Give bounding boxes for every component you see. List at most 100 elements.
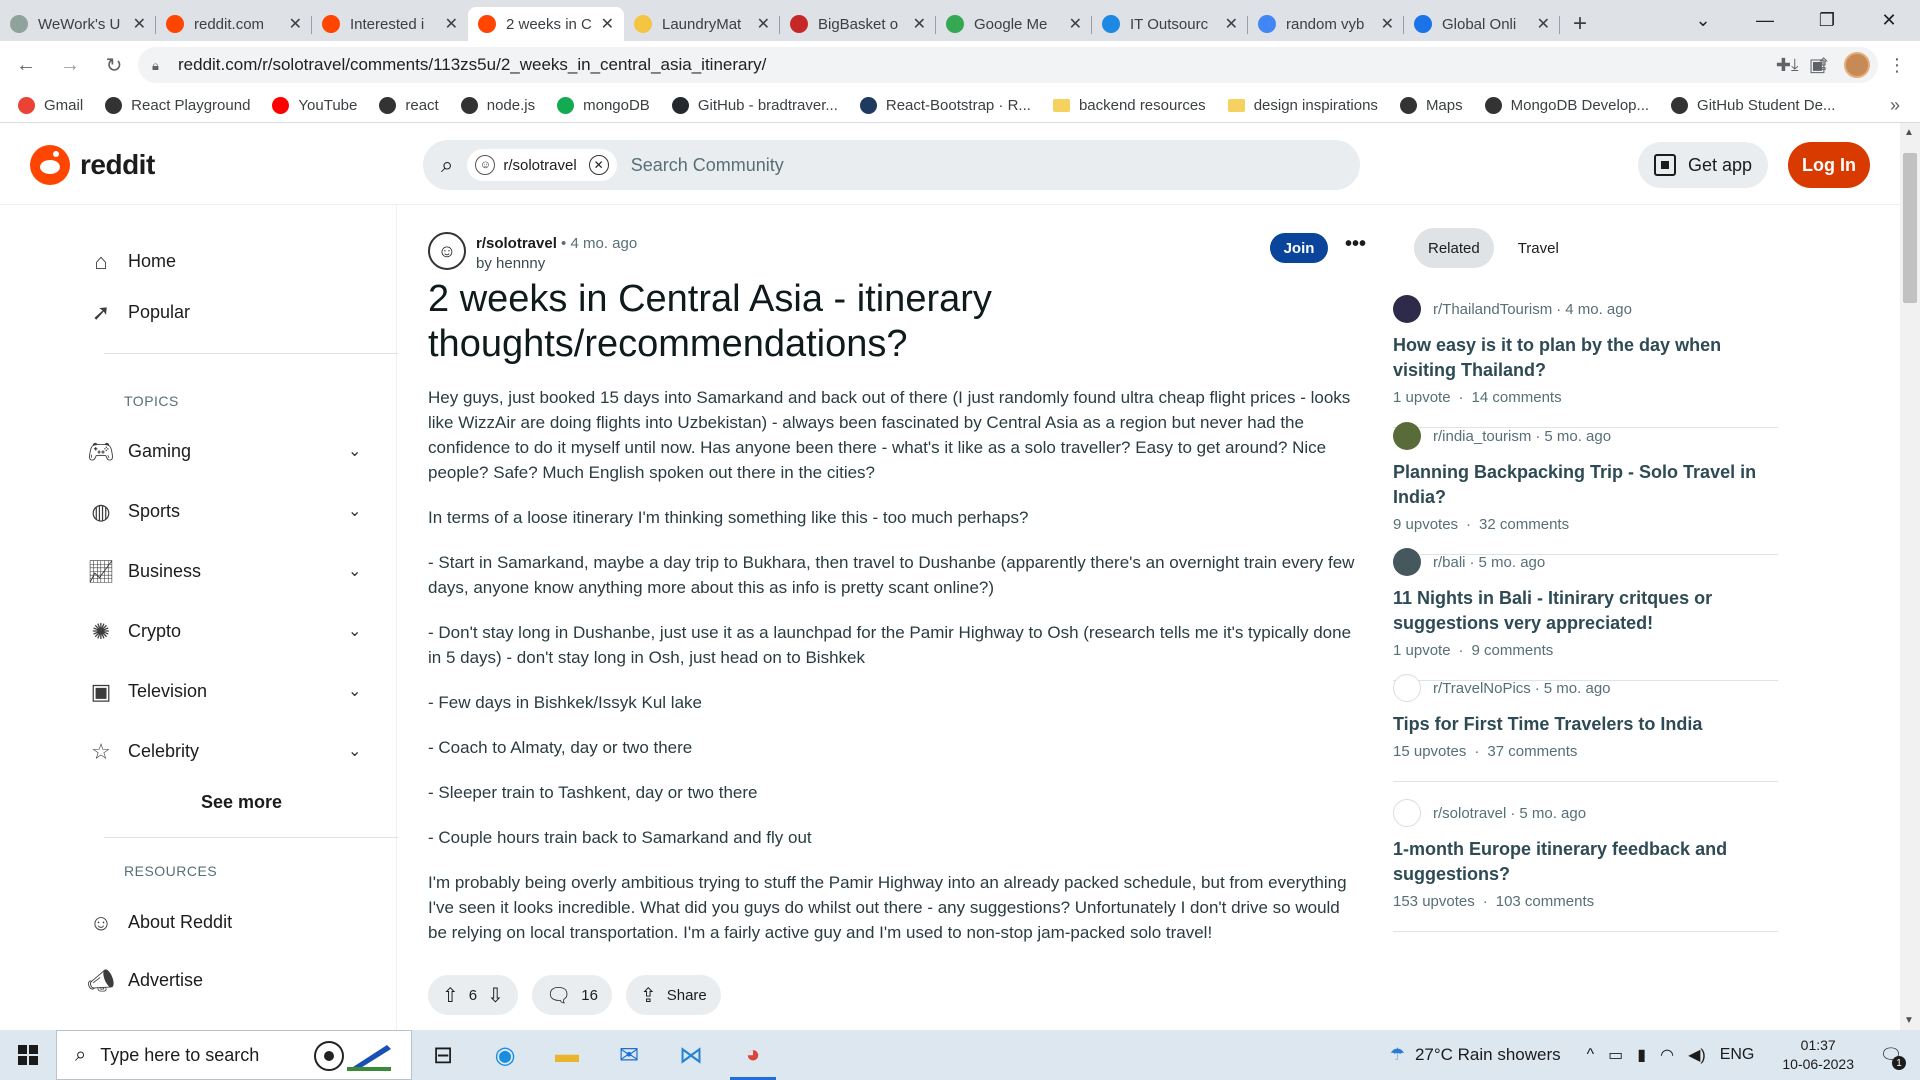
- mail-icon[interactable]: ✉: [598, 1030, 660, 1080]
- subreddit-avatar[interactable]: ☺: [428, 232, 466, 270]
- tab-close-icon[interactable]: ✕: [757, 14, 770, 34]
- forward-button[interactable]: →: [52, 47, 88, 83]
- tab-close-icon[interactable]: ✕: [445, 14, 458, 34]
- bookmark-item[interactable]: react: [379, 97, 439, 114]
- language-indicator[interactable]: ENG: [1720, 1046, 1755, 1064]
- browser-tab[interactable]: Interested i ✕: [312, 7, 468, 41]
- tab-close-icon[interactable]: ✕: [1069, 14, 1082, 34]
- bookmark-item[interactable]: YouTube: [272, 97, 357, 114]
- address-bar[interactable]: 🔒︎ reddit.com/r/solotravel/comments/113z…: [138, 47, 1878, 83]
- related-post-title[interactable]: Planning Backpacking Trip - Solo Travel …: [1393, 460, 1778, 510]
- tab-related[interactable]: Related: [1414, 228, 1494, 268]
- minimize-button[interactable]: —: [1734, 0, 1796, 41]
- chevron-down-icon[interactable]: ⌄: [348, 681, 361, 701]
- browser-tab[interactable]: WeWork's U ✕: [0, 7, 156, 41]
- network-icon[interactable]: ◠: [1660, 1045, 1674, 1065]
- browser-tab[interactable]: Google Me ✕: [936, 7, 1092, 41]
- reddit-logo[interactable]: reddit: [30, 145, 155, 185]
- subreddit-link[interactable]: r/solotravel: [476, 235, 557, 252]
- bookmark-item[interactable]: design inspirations: [1227, 97, 1378, 114]
- bookmark-item[interactable]: GitHub Student De...: [1671, 97, 1835, 114]
- bookmark-item[interactable]: Gmail: [18, 97, 83, 114]
- related-subreddit[interactable]: r/solotravel: [1433, 805, 1506, 822]
- search-input[interactable]: Search Community: [631, 155, 784, 176]
- back-button[interactable]: ←: [8, 47, 44, 83]
- browser-menu-icon[interactable]: ⋮: [1888, 55, 1906, 76]
- browser-tab[interactable]: LaundryMat ✕: [624, 7, 780, 41]
- site-info-icon[interactable]: 🔒︎: [152, 58, 166, 73]
- close-window-button[interactable]: ✕: [1858, 0, 1920, 41]
- related-post-title[interactable]: Tips for First Time Travelers to India: [1393, 712, 1778, 737]
- related-subreddit[interactable]: r/india_tourism: [1433, 428, 1531, 445]
- profile-avatar[interactable]: [1844, 52, 1870, 78]
- see-more-button[interactable]: See more: [201, 792, 282, 813]
- share-button[interactable]: ⇪ Share: [625, 975, 721, 1015]
- start-button[interactable]: [0, 1030, 56, 1080]
- browser-tab[interactable]: 2 weeks in C ✕: [468, 7, 624, 41]
- bookmark-item[interactable]: MongoDB Develop...: [1484, 97, 1649, 114]
- topic-business[interactable]: 📈︎ Business: [87, 559, 201, 584]
- extensions-icon[interactable]: ✚: [1776, 55, 1791, 76]
- bookmark-item[interactable]: React-Bootstrap · R...: [859, 97, 1031, 114]
- task-view-icon[interactable]: ⊟: [412, 1030, 474, 1080]
- tab-travel[interactable]: Travel: [1504, 228, 1573, 268]
- chrome-icon[interactable]: ◕: [722, 1030, 784, 1080]
- chevron-down-icon[interactable]: ⌄: [348, 441, 361, 461]
- weather-widget[interactable]: ☂ 27°C Rain showers: [1390, 1045, 1561, 1065]
- join-button[interactable]: Join: [1270, 233, 1328, 263]
- tab-search-icon[interactable]: ⌄: [1672, 0, 1734, 41]
- resource-advertise[interactable]: 📣︎ Advertise: [87, 968, 203, 993]
- clear-chip-icon[interactable]: ✕: [588, 155, 609, 175]
- chevron-down-icon[interactable]: ⌄: [348, 621, 361, 641]
- post-author[interactable]: by hennny: [476, 255, 545, 272]
- chevron-down-icon[interactable]: ⌄: [348, 741, 361, 761]
- topic-crypto[interactable]: ✺ Crypto: [92, 619, 181, 644]
- edge-icon[interactable]: ◉: [474, 1030, 536, 1080]
- related-subreddit[interactable]: r/TravelNoPics: [1433, 680, 1531, 697]
- scroll-down-icon[interactable]: ▼: [1904, 1015, 1914, 1026]
- search-bar[interactable]: ⌕ ☺ r/solotravel ✕ Search Community: [423, 140, 1360, 190]
- battery-icon[interactable]: ▮: [1637, 1045, 1646, 1065]
- related-post-title[interactable]: How easy is it to plan by the day when v…: [1393, 333, 1778, 383]
- tab-close-icon[interactable]: ✕: [289, 14, 302, 34]
- show-hidden-icons[interactable]: ^: [1587, 1046, 1595, 1064]
- topic-gaming[interactable]: 🎮︎ Gaming: [87, 439, 191, 464]
- comments-button[interactable]: 🗨︎ 16: [531, 975, 612, 1015]
- file-explorer-icon[interactable]: ▬: [536, 1030, 598, 1080]
- nav-home[interactable]: ⌂ Home: [94, 249, 176, 274]
- tab-close-icon[interactable]: ✕: [133, 14, 146, 34]
- get-app-button[interactable]: Get app: [1638, 142, 1768, 188]
- browser-tab[interactable]: reddit.com ✕: [156, 7, 312, 41]
- topic-sports[interactable]: ◍ Sports: [91, 499, 180, 524]
- login-button[interactable]: Log In: [1788, 142, 1870, 188]
- chevron-down-icon[interactable]: ⌄: [348, 561, 361, 581]
- bookmark-item[interactable]: GitHub - bradtraver...: [671, 97, 838, 114]
- nav-popular[interactable]: ➚ Popular: [92, 300, 190, 325]
- topic-celebrity[interactable]: ☆ Celebrity: [91, 739, 199, 764]
- resource-about-reddit[interactable]: ☺ About Reddit: [90, 910, 232, 935]
- more-options-icon[interactable]: •••: [1345, 233, 1366, 256]
- volume-icon[interactable]: ◀): [1688, 1045, 1706, 1065]
- scroll-thumb[interactable]: [1903, 153, 1917, 303]
- related-subreddit[interactable]: r/bali: [1433, 554, 1466, 571]
- browser-tab[interactable]: IT Outsourc ✕: [1092, 7, 1248, 41]
- bookmark-item[interactable]: node.js: [460, 97, 535, 114]
- meet-icon[interactable]: ▭: [1608, 1045, 1623, 1065]
- tab-close-icon[interactable]: ✕: [913, 14, 926, 34]
- clock[interactable]: 01:37 10-06-2023: [1782, 1036, 1854, 1074]
- topic-television[interactable]: ▣ Television: [91, 679, 207, 704]
- upvote-icon[interactable]: ⇧: [442, 983, 459, 1008]
- bookmark-item[interactable]: Maps: [1399, 97, 1463, 114]
- page-scrollbar[interactable]: ▲ ▼: [1900, 123, 1920, 1030]
- tab-close-icon[interactable]: ✕: [1537, 14, 1550, 34]
- chevron-down-icon[interactable]: ⌄: [348, 501, 361, 521]
- taskbar-search-input[interactable]: Type here to search: [100, 1045, 259, 1066]
- tab-close-icon[interactable]: ✕: [601, 14, 614, 34]
- browser-tab[interactable]: BigBasket o ✕: [780, 7, 936, 41]
- related-post-title[interactable]: 11 Nights in Bali - Itinirary critques o…: [1393, 586, 1778, 636]
- related-subreddit[interactable]: r/ThailandTourism: [1433, 301, 1552, 318]
- taskbar-search[interactable]: ⌕ Type here to search: [56, 1030, 412, 1080]
- browser-tab[interactable]: random vyb ✕: [1248, 7, 1404, 41]
- related-post-title[interactable]: 1-month Europe itinerary feedback and su…: [1393, 837, 1778, 887]
- bookmark-item[interactable]: mongoDB: [557, 97, 650, 114]
